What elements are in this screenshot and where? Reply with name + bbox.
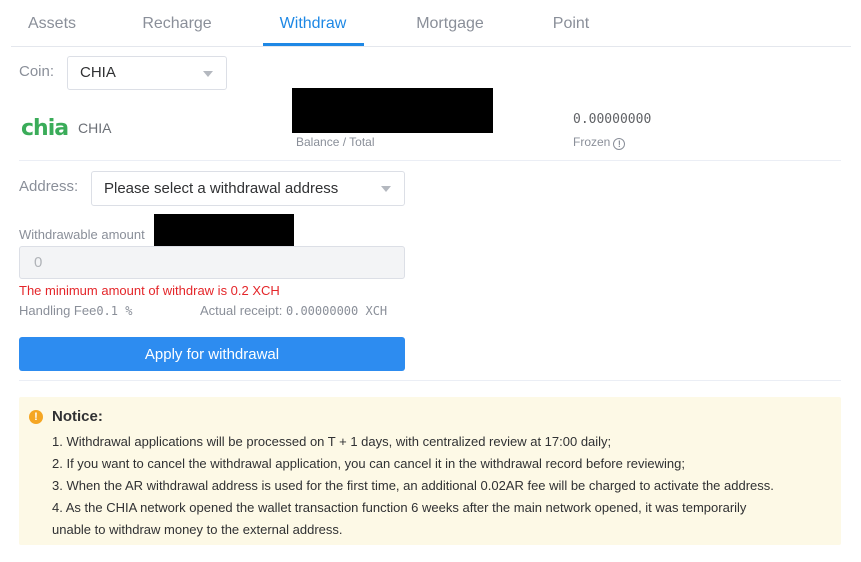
notice-line: 1. Withdrawal applications will be proce… <box>52 434 612 449</box>
tab-recharge[interactable]: Recharge <box>139 0 215 47</box>
tab-bar: Assets Recharge Withdraw Mortgage Point <box>11 0 851 47</box>
notice-title: Notice: <box>52 408 103 425</box>
coin-select-value: CHIA <box>80 64 116 81</box>
chevron-down-icon <box>381 186 391 192</box>
warning-icon: ! <box>29 410 43 424</box>
coin-label: Coin: <box>19 63 55 80</box>
active-tab-indicator <box>263 43 364 46</box>
handling-fee-label: Handling Fee <box>19 303 97 318</box>
actual-receipt: Actual receipt: 0.00000000 XCH <box>200 303 387 318</box>
withdrawable-amount-label: Withdrawable amount <box>19 227 145 242</box>
chevron-down-icon <box>203 71 213 77</box>
tab-mortgage[interactable]: Mortgage <box>413 0 487 47</box>
tab-withdraw[interactable]: Withdraw <box>273 0 353 47</box>
notice-list: 1. Withdrawal applications will be proce… <box>52 431 832 541</box>
notice-line: 3. When the AR withdrawal address is use… <box>52 478 774 493</box>
chia-logo: chia <box>21 116 69 141</box>
coin-summary-row: chia CHIA Balance / Total 0.00000000 Fro… <box>19 88 841 161</box>
actual-receipt-label: Actual receipt: <box>200 303 283 318</box>
frozen-label: Frozen! <box>573 135 626 150</box>
notice-line: 2. If you want to cancel the withdrawal … <box>52 456 686 471</box>
withdraw-amount-input[interactable] <box>19 246 405 279</box>
frozen-value: 0.00000000 <box>573 112 652 127</box>
notice-box: ! Notice: 1. Withdrawal applications wil… <box>19 397 841 545</box>
notice-line: 4. As the CHIA network opened the wallet… <box>52 500 747 515</box>
redacted-balance <box>292 88 493 133</box>
info-circle-icon[interactable]: ! <box>613 138 626 150</box>
actual-receipt-value: 0.00000000 XCH <box>286 304 388 318</box>
notice-line: unable to withdraw money to the external… <box>52 522 343 537</box>
coin-select[interactable]: CHIA <box>67 56 227 90</box>
address-select-placeholder: Please select a withdrawal address <box>104 180 339 197</box>
coin-name: CHIA <box>78 120 112 136</box>
minimum-amount-message: The minimum amount of withdraw is 0.2 XC… <box>19 283 280 298</box>
frozen-label-text: Frozen <box>573 135 611 149</box>
handling-fee: Handling Fee0.1 % <box>19 303 132 318</box>
tab-assets[interactable]: Assets <box>28 0 76 47</box>
divider <box>19 380 841 381</box>
apply-withdrawal-button[interactable]: Apply for withdrawal <box>19 337 405 371</box>
tab-point[interactable]: Point <box>550 0 592 47</box>
address-label: Address: <box>19 178 79 195</box>
balance-total-label: Balance / Total <box>296 135 375 149</box>
handling-fee-value: 0.1 % <box>96 304 133 318</box>
address-select[interactable]: Please select a withdrawal address <box>91 171 405 206</box>
